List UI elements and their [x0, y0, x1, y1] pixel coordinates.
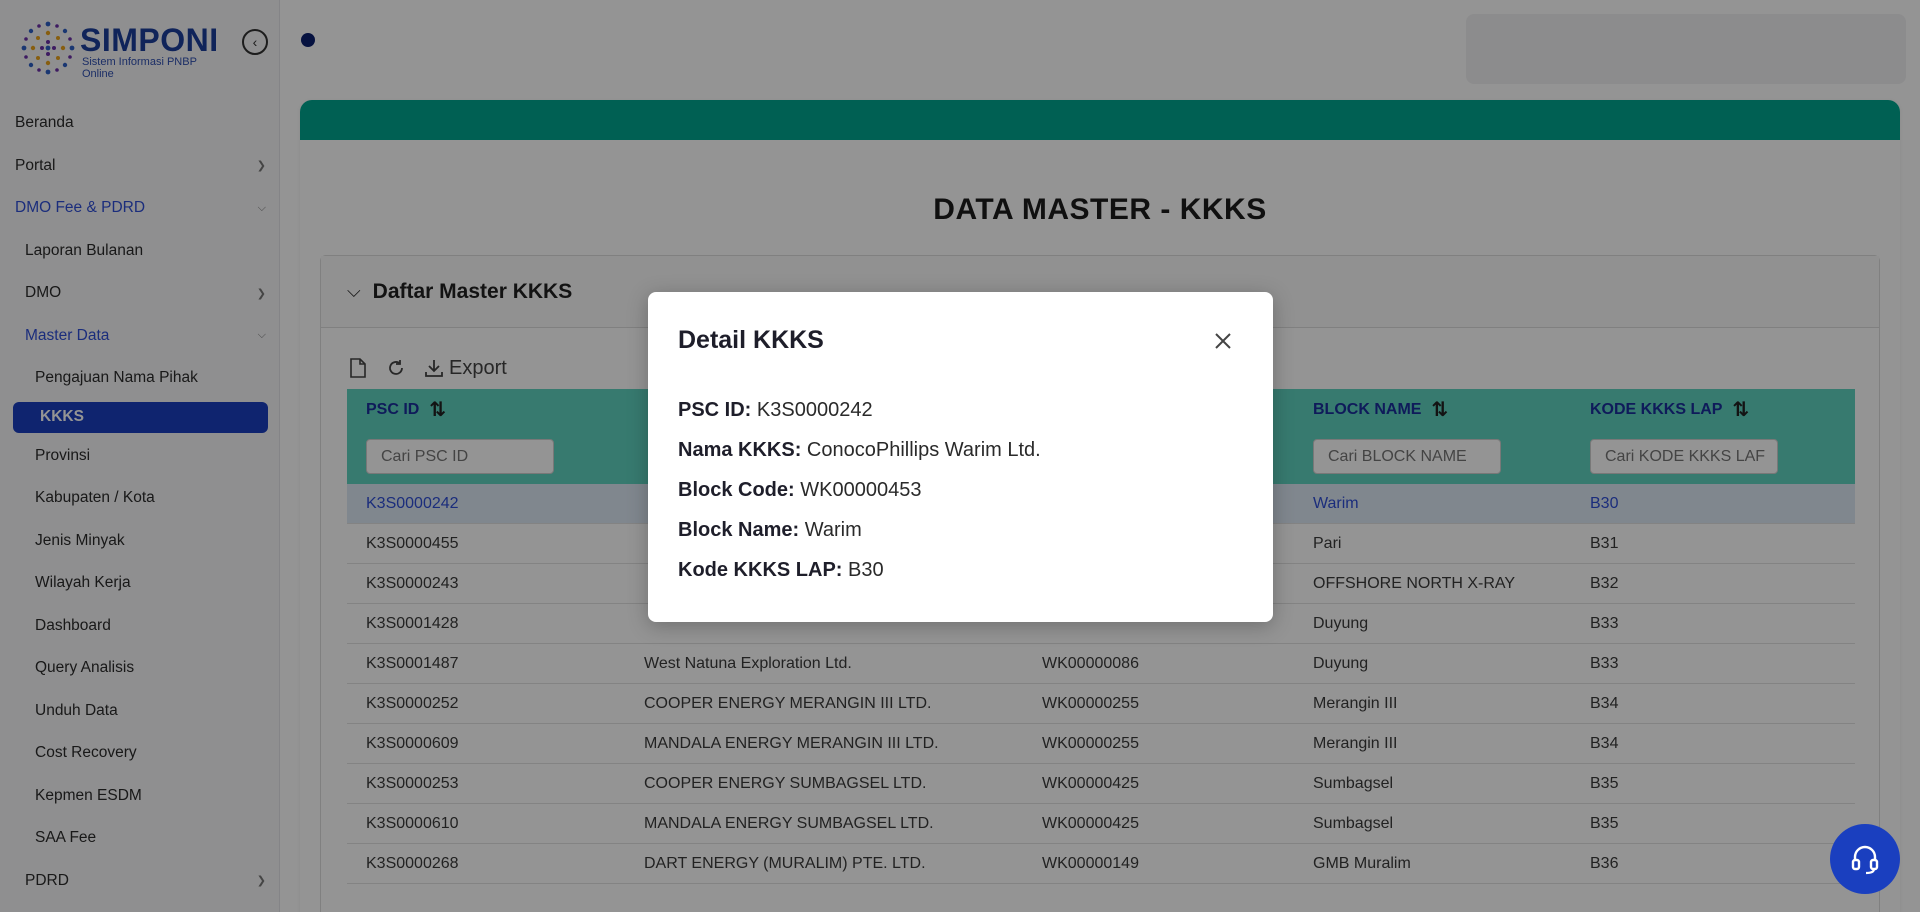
detail-kode-kkks-lap: Kode KKKS LAP: B30	[678, 559, 884, 581]
close-icon	[1215, 333, 1231, 349]
detail-kkks-modal: Detail KKKS PSC ID: K3S0000242 Nama KKKS…	[648, 292, 1273, 622]
detail-block-name: Block Name: Warim	[678, 519, 862, 541]
close-button[interactable]	[1208, 326, 1238, 356]
detail-block-code: Block Code: WK00000453	[678, 479, 922, 501]
detail-psc-id: PSC ID: K3S0000242	[678, 399, 873, 421]
modal-title: Detail KKKS	[678, 326, 824, 354]
headset-icon	[1851, 845, 1879, 875]
detail-nama-kkks: Nama KKKS: ConocoPhillips Warim Ltd.	[678, 439, 1041, 461]
modal-body: PSC ID: K3S0000242 Nama KKKS: ConocoPhil…	[678, 390, 1041, 590]
help-support-button[interactable]	[1830, 824, 1900, 894]
